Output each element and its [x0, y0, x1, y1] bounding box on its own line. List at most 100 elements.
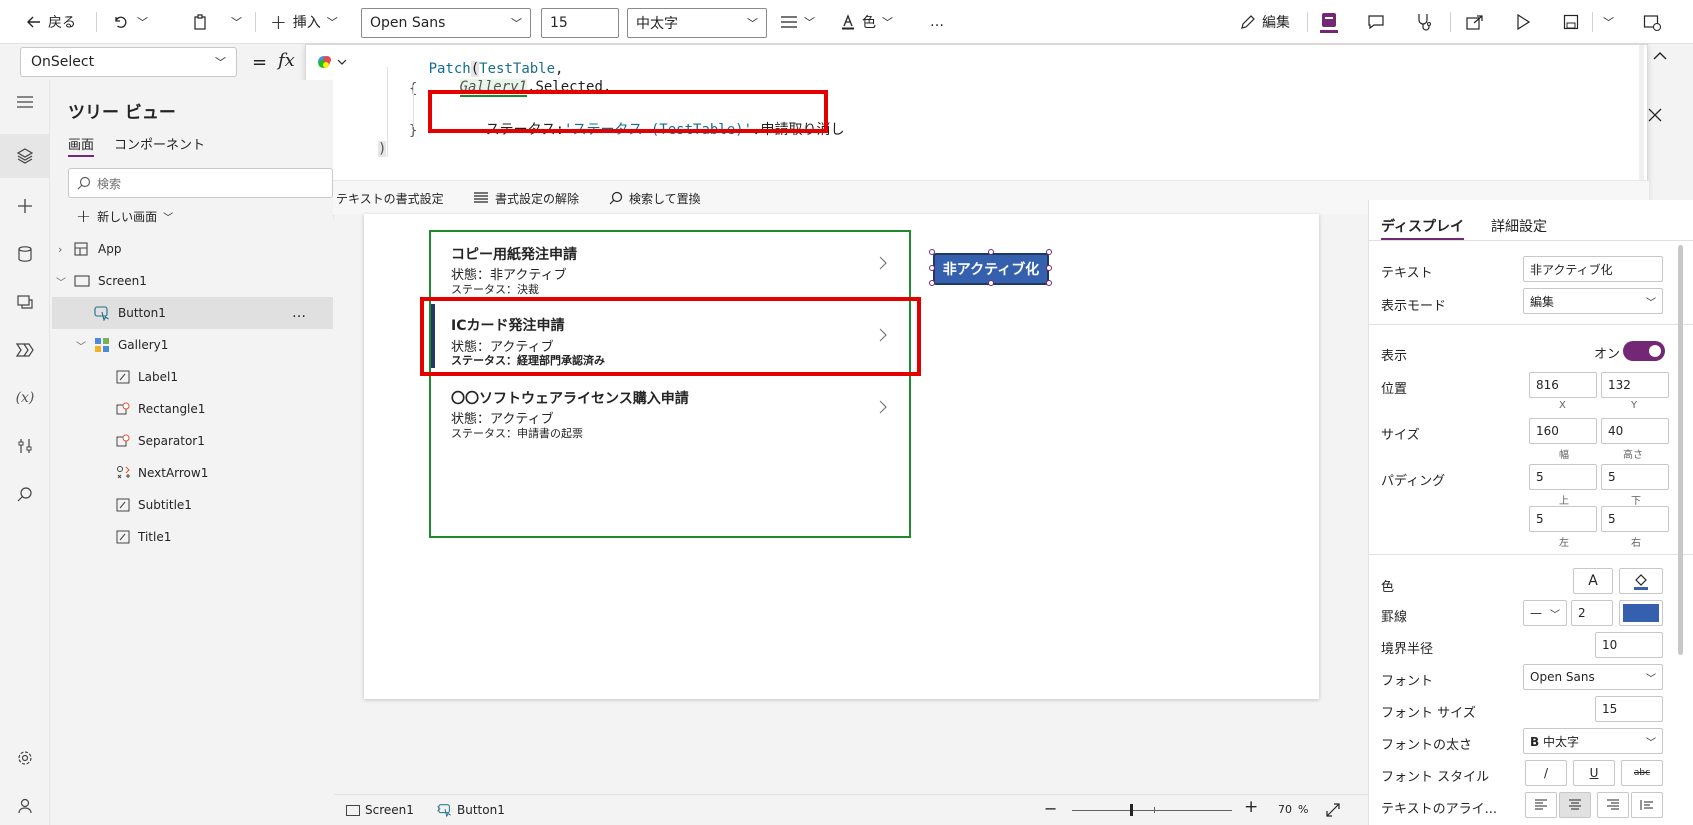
breadcrumb-screen[interactable]: Screen1	[346, 803, 414, 817]
insert-button[interactable]: + 挿入 ﹀	[270, 0, 338, 44]
edit-button[interactable]: 編集	[1240, 0, 1290, 44]
resize-handle[interactable]	[1046, 280, 1052, 286]
code-scrollbar[interactable]	[1639, 45, 1644, 180]
zoom-out-button[interactable]: −	[1044, 799, 1057, 818]
color-button[interactable]: 色 ﹀	[840, 0, 893, 44]
prop-pad-right-input[interactable]: 5	[1601, 506, 1669, 532]
prop-mode-select[interactable]: 編集 ﹀	[1523, 288, 1663, 314]
zoom-thumb[interactable]	[1130, 804, 1133, 816]
align-center-button[interactable]	[1559, 792, 1591, 818]
tree-view-button[interactable]	[0, 134, 50, 178]
resize-handle[interactable]	[929, 249, 935, 255]
resize-handle[interactable]	[929, 280, 935, 286]
undo-dropdown[interactable]: ﹀	[137, 0, 148, 44]
save-dropdown[interactable]: ﹀	[1603, 0, 1614, 44]
comments-button[interactable]	[1367, 0, 1385, 44]
next-arrow-icon[interactable]	[879, 400, 887, 414]
publish-button[interactable]	[1643, 0, 1661, 44]
variables-button[interactable]: (𝑥)	[0, 376, 50, 420]
weight-select[interactable]: B 中太字 ﹀	[1523, 728, 1663, 754]
back-button[interactable]: 戻る	[26, 0, 76, 44]
align-left-button[interactable]	[1525, 792, 1557, 818]
fit-to-window-button[interactable]	[1326, 803, 1340, 817]
prop-text-input[interactable]: 非アクティブ化	[1523, 256, 1663, 282]
paste-button[interactable]	[192, 0, 208, 44]
font-select[interactable]: Open Sans ﹀	[1523, 664, 1663, 690]
tree-item-app[interactable]: › App	[52, 233, 333, 265]
more-options-icon[interactable]: …	[292, 305, 306, 321]
prop-pad-top-input[interactable]: 5	[1529, 464, 1597, 490]
media-button[interactable]	[0, 280, 50, 324]
fill-color-button[interactable]	[1619, 568, 1663, 594]
virtual-agent-button[interactable]	[0, 784, 50, 825]
undo-button[interactable]	[112, 0, 128, 44]
preview-button[interactable]	[1516, 0, 1530, 44]
settings-button[interactable]	[0, 736, 50, 780]
close-panel-button[interactable]	[1648, 108, 1662, 122]
tree-item-gallery1[interactable]: ﹀ Gallery1	[52, 329, 333, 361]
new-screen-button[interactable]: + 新しい画面 ﹀	[76, 206, 173, 227]
prop-pad-left-input[interactable]: 5	[1529, 506, 1597, 532]
prop-pad-bottom-input[interactable]: 5	[1601, 464, 1669, 490]
power-automate-button[interactable]	[0, 328, 50, 372]
visible-toggle[interactable]	[1623, 341, 1665, 361]
zoom-slider[interactable]	[1072, 810, 1232, 811]
align-right-button[interactable]	[1597, 792, 1629, 818]
paste-dropdown[interactable]: ﹀	[231, 0, 242, 44]
prop-height-input[interactable]: 40	[1601, 418, 1669, 444]
font-size-input[interactable]: 15	[541, 8, 619, 38]
breadcrumb-button[interactable]: Button1	[438, 803, 505, 817]
more-button[interactable]: …	[930, 0, 944, 44]
tab-screens[interactable]: 画面	[68, 134, 95, 157]
resize-handle[interactable]	[1046, 265, 1052, 271]
tab-advanced[interactable]: 詳細設定	[1491, 216, 1547, 236]
radius-input[interactable]: 10	[1595, 632, 1663, 658]
props-scrollbar[interactable]	[1678, 245, 1683, 655]
next-arrow-icon[interactable]	[879, 256, 887, 270]
border-color-button[interactable]	[1619, 600, 1663, 626]
collapse-formula-button[interactable]	[1652, 50, 1668, 62]
data-button[interactable]	[0, 232, 50, 276]
app-checker-button[interactable]	[1320, 0, 1338, 44]
font-family-select[interactable]: Open Sans ﹀	[361, 8, 531, 38]
align-button[interactable]: ﹀	[780, 0, 815, 44]
tree-item-nextarrow1[interactable]: NextArrow1	[52, 457, 333, 489]
align-justify-button[interactable]	[1631, 792, 1663, 818]
copilot-button[interactable]	[316, 53, 352, 71]
tree-item-rectangle1[interactable]: Rectangle1	[52, 393, 333, 425]
border-width-input[interactable]: 2	[1571, 600, 1613, 626]
format-text-button[interactable]: テキストの書式設定	[314, 190, 444, 207]
resize-handle[interactable]	[1046, 249, 1052, 255]
border-style-select[interactable]: — ﹀	[1523, 600, 1567, 626]
underline-button[interactable]: U	[1573, 760, 1615, 786]
tree-item-separator1[interactable]: Separator1	[52, 425, 333, 457]
gallery-control[interactable]: コピー用紙発注申請 状態：非アクティブ ステータス：決裁 ICカード発注申請 状…	[429, 230, 911, 538]
search-rail-button[interactable]	[0, 472, 50, 516]
fontsize-input[interactable]: 15	[1595, 696, 1663, 722]
tree-item-label1[interactable]: Label1	[52, 361, 333, 393]
resize-handle[interactable]	[929, 265, 935, 271]
share-button[interactable]	[1466, 0, 1484, 44]
italic-button[interactable]: /	[1525, 760, 1567, 786]
strikethrough-button[interactable]: abc	[1621, 760, 1663, 786]
menu-button[interactable]	[0, 80, 50, 124]
tree-item-subtitle1[interactable]: Subtitle1	[52, 489, 333, 521]
text-color-button[interactable]: A	[1573, 568, 1613, 594]
tree-item-title1[interactable]: Title1	[52, 521, 333, 553]
tree-item-button1[interactable]: Button1 …	[52, 297, 333, 329]
remove-format-button[interactable]: 書式設定の解除	[473, 190, 579, 207]
save-button[interactable]	[1563, 0, 1579, 44]
tree-item-screen1[interactable]: ﹀ Screen1	[52, 265, 333, 297]
advanced-tools-button[interactable]	[0, 424, 50, 468]
zoom-in-button[interactable]: +	[1244, 797, 1258, 817]
resize-handle[interactable]	[988, 249, 994, 255]
prop-y-input[interactable]: 132	[1601, 372, 1669, 398]
insert-rail-button[interactable]	[0, 184, 50, 228]
tree-search-input[interactable]: 検索	[68, 168, 333, 198]
find-replace-button[interactable]: 検索して置換	[609, 190, 701, 207]
property-select[interactable]: OnSelect ﹀	[20, 47, 237, 77]
font-weight-select[interactable]: 中太字 ﹀	[627, 8, 767, 38]
prop-x-input[interactable]: 816	[1529, 372, 1597, 398]
resize-handle[interactable]	[988, 280, 994, 286]
health-check-button[interactable]	[1416, 0, 1432, 44]
